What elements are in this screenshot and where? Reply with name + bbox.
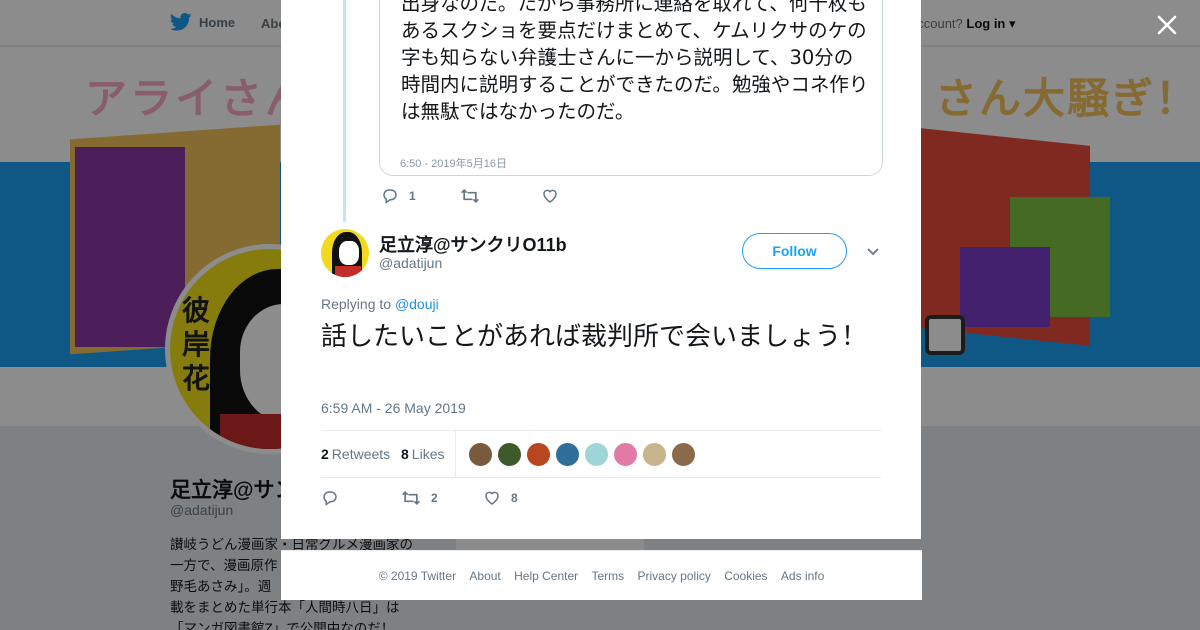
reply-button[interactable] xyxy=(321,489,339,507)
footer-link-about[interactable]: About xyxy=(469,569,500,583)
tweet-modal: 出身なのだ。たから事務所に連絡を取れて、何十枚もあるスクショを要点だけまとめて、… xyxy=(281,0,921,539)
liker-avatar[interactable] xyxy=(613,442,638,467)
replying-to: Replying to @douji xyxy=(321,296,439,312)
footer-link-cookies[interactable]: Cookies xyxy=(724,569,767,583)
quoted-tweet-card[interactable]: 出身なのだ。たから事務所に連絡を取れて、何十枚もあるスクショを要点だけまとめて、… xyxy=(379,0,883,176)
liker-avatar[interactable] xyxy=(671,442,696,467)
heart-icon xyxy=(543,189,557,203)
close-icon xyxy=(1157,15,1177,35)
replying-prefix: Replying to xyxy=(321,296,392,312)
liker-avatar[interactable] xyxy=(526,442,551,467)
avatar-robe xyxy=(335,266,361,277)
stats-divider xyxy=(455,431,456,477)
quoted-tweet-text: 出身なのだ。たから事務所に連絡を取れて、何十枚もあるスクショを要点だけまとめて、… xyxy=(401,0,869,123)
close-button[interactable] xyxy=(1150,8,1184,42)
tweet-stats: 2 Retweets 8 Likes xyxy=(321,430,881,478)
thread-connector xyxy=(343,0,346,222)
liker-avatar[interactable] xyxy=(642,442,667,467)
like-count: 8 xyxy=(511,491,518,505)
liker-avatar[interactable] xyxy=(497,442,522,467)
reply-icon xyxy=(383,189,397,204)
footer-copyright: © 2019 Twitter xyxy=(378,569,457,583)
likes-count: 8 xyxy=(401,446,409,462)
author-avatar[interactable] xyxy=(321,229,369,277)
retweet-count: 2 xyxy=(431,491,438,505)
chevron-down-icon xyxy=(867,248,879,256)
liker-avatar[interactable] xyxy=(584,442,609,467)
avatar-face xyxy=(339,241,359,265)
modal-footer: © 2019 Twitter About Help Center Terms P… xyxy=(281,550,922,600)
quoted-tweet-date: 6:50 - 2019年5月16日 xyxy=(400,158,508,170)
likes-stat[interactable]: 8 Likes xyxy=(401,446,444,462)
retweet-icon xyxy=(402,490,420,506)
retweets-count: 2 xyxy=(321,446,329,462)
heart-icon xyxy=(485,491,499,505)
footer-link-help-center[interactable]: Help Center xyxy=(514,569,578,583)
retweets-label: Retweets xyxy=(331,446,391,462)
replying-to-link[interactable]: @douji xyxy=(395,296,439,312)
author-handle[interactable]: @adatijun xyxy=(379,255,442,271)
follow-button[interactable]: Follow xyxy=(742,233,847,269)
liker-avatar[interactable] xyxy=(555,442,580,467)
retweets-stat[interactable]: 2 Retweets xyxy=(321,446,390,462)
retweet-button[interactable]: 2 xyxy=(401,489,438,507)
footer-link-ads-info[interactable]: Ads info xyxy=(781,569,824,583)
tweet-timestamp[interactable]: 6:59 AM - 26 May 2019 xyxy=(321,400,466,416)
tweet-text: 話したいことがあれば裁判所で会いましょう！ xyxy=(321,322,868,352)
liker-avatar[interactable] xyxy=(468,442,493,467)
likes-label: Likes xyxy=(411,446,445,462)
author-name[interactable]: 足立淳@サンクリO11b xyxy=(379,231,567,257)
footer-link-privacy[interactable]: Privacy policy xyxy=(638,569,711,583)
like-button[interactable]: 8 xyxy=(483,489,518,507)
footer-links: © 2019 Twitter About Help Center Terms P… xyxy=(281,569,922,583)
more-options-button[interactable] xyxy=(864,242,882,260)
reply-count: 1 xyxy=(409,189,416,203)
reply-icon xyxy=(323,491,337,506)
retweet-button[interactable] xyxy=(460,187,480,205)
like-button[interactable] xyxy=(541,187,559,205)
footer-link-terms[interactable]: Terms xyxy=(591,569,624,583)
reply-button[interactable]: 1 xyxy=(381,187,416,205)
retweet-icon xyxy=(461,188,479,204)
